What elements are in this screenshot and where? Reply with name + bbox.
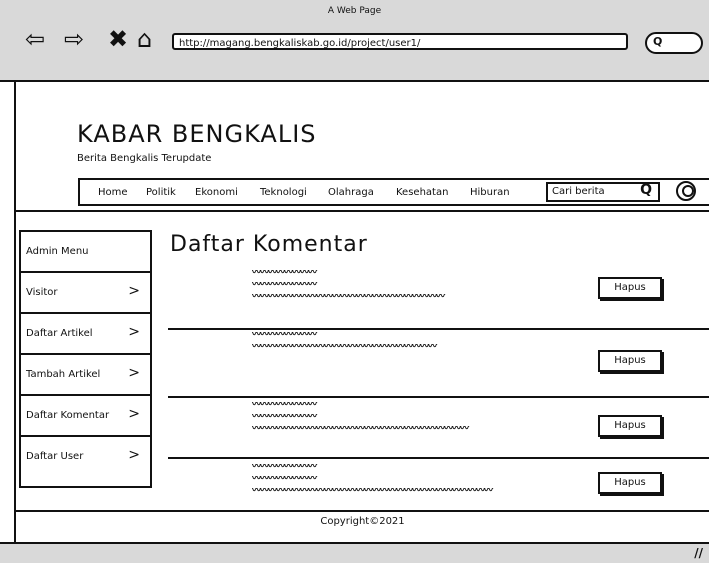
sidebar-label: Daftar User [26,451,84,462]
delete-comment-button[interactable]: Hapus [598,415,662,437]
row-divider [168,328,709,330]
chevron-right-icon: > [128,324,140,340]
window-title: A Web Page [327,6,382,16]
menu-item-teknologi[interactable]: Teknologi [260,187,307,198]
browser-search[interactable]: Q [645,32,703,54]
comment-row: 〰〰〰〰〰〰〰〰 〰〰〰〰〰〰〰〰 〰〰〰〰〰〰〰〰〰〰〰〰〰〰〰〰〰〰〰〰〰〰… [168,464,709,524]
scribble-line: 〰〰〰〰〰〰〰〰 [252,270,317,277]
url-bar[interactable]: http://magang.bengkaliskab.go.id/project… [172,33,628,50]
menu-item-politik[interactable]: Politik [146,187,176,198]
delete-comment-button[interactable]: Hapus [598,472,662,494]
user-avatar-icon[interactable] [676,181,696,201]
delete-comment-button[interactable]: Hapus [598,277,662,299]
sidebar-label: Visitor [26,287,58,298]
footer-copyright: Copyright©2021 [320,516,405,527]
chevron-right-icon: > [128,283,140,299]
comment-text-redacted: 〰〰〰〰〰〰〰〰 〰〰〰〰〰〰〰〰 〰〰〰〰〰〰〰〰〰〰〰〰〰〰〰〰〰〰〰〰〰〰… [252,464,572,500]
sidebar-label: Tambah Artikel [26,369,101,380]
sidebar-item-tambah-artikel[interactable]: Tambah Artikel > [21,355,150,396]
footer-divider [16,510,709,512]
sidebar-item-admin-menu: Admin Menu [21,232,150,273]
sidebar-label: Daftar Komentar [26,410,110,421]
menu-item-hiburan[interactable]: Hiburan [470,187,510,198]
main-menu: Home Politik Ekonomi Teknologi Olahraga … [78,178,709,206]
menu-item-kesehatan[interactable]: Kesehatan [396,187,448,198]
browser-chrome: A Web Page ⇦ ⇨ ✖ ⌂ http://magang.bengkal… [0,0,709,82]
scribble-line: 〰〰〰〰〰〰〰〰 [252,464,317,471]
header-divider [16,210,709,212]
scribble-line: 〰〰〰〰〰〰〰〰 [252,476,317,483]
home-icon[interactable]: ⌂ [137,27,152,51]
scribble-line: 〰〰〰〰〰〰〰〰〰〰〰〰〰〰〰〰〰〰〰〰〰〰〰〰 [252,294,445,301]
scribble-line: 〰〰〰〰〰〰〰〰〰〰〰〰〰〰〰〰〰〰〰〰〰〰〰〰〰〰〰〰〰〰 [252,488,493,495]
close-icon[interactable]: ✖ [108,27,128,51]
page-title: Daftar Komentar [170,232,368,257]
forward-arrow-icon[interactable]: ⇨ [64,27,84,51]
resize-handle-icon[interactable]: // [694,546,703,560]
site-tagline: Berita Bengkalis Terupdate [77,153,212,164]
menu-item-home[interactable]: Home [98,187,128,198]
magnifier-icon[interactable]: Q [640,182,652,198]
chevron-right-icon: > [128,406,140,422]
comment-row: 〰〰〰〰〰〰〰〰 〰〰〰〰〰〰〰〰〰〰〰〰〰〰〰〰〰〰〰〰〰〰〰 Hapus [168,332,709,398]
chevron-right-icon: > [128,447,140,463]
sidebar-item-daftar-artikel[interactable]: Daftar Artikel > [21,314,150,355]
sidebar-item-daftar-user[interactable]: Daftar User > [21,437,150,478]
scribble-line: 〰〰〰〰〰〰〰〰〰〰〰〰〰〰〰〰〰〰〰〰〰〰〰 [252,344,437,351]
back-arrow-icon[interactable]: ⇦ [25,27,45,51]
scribble-line: 〰〰〰〰〰〰〰〰 [252,332,317,339]
menu-item-ekonomi[interactable]: Ekonomi [195,187,238,198]
site-title: KABAR BENGKALIS [77,120,317,148]
scribble-line: 〰〰〰〰〰〰〰〰 [252,402,317,409]
news-search-input[interactable]: Cari berita Q [546,182,660,202]
scribble-line: 〰〰〰〰〰〰〰〰 [252,414,317,421]
comment-row: 〰〰〰〰〰〰〰〰 〰〰〰〰〰〰〰〰 〰〰〰〰〰〰〰〰〰〰〰〰〰〰〰〰〰〰〰〰〰〰… [168,402,709,462]
browser-status-bar: // [0,542,709,563]
sidebar-item-visitor[interactable]: Visitor > [21,273,150,314]
menu-item-olahraga[interactable]: Olahraga [328,187,374,198]
comment-text-redacted: 〰〰〰〰〰〰〰〰 〰〰〰〰〰〰〰〰〰〰〰〰〰〰〰〰〰〰〰〰〰〰〰 [252,332,572,356]
scribble-line: 〰〰〰〰〰〰〰〰 [252,282,317,289]
sidebar-label: Daftar Artikel [26,328,93,339]
scribble-line: 〰〰〰〰〰〰〰〰〰〰〰〰〰〰〰〰〰〰〰〰〰〰〰〰〰〰〰 [252,426,469,433]
search-placeholder: Cari berita [552,186,605,197]
row-divider [168,396,709,398]
comment-row: 〰〰〰〰〰〰〰〰 〰〰〰〰〰〰〰〰 〰〰〰〰〰〰〰〰〰〰〰〰〰〰〰〰〰〰〰〰〰〰… [168,270,709,330]
web-page: KABAR BENGKALIS Berita Bengkalis Terupda… [16,80,709,542]
chevron-right-icon: > [128,365,140,381]
admin-sidebar: Admin Menu Visitor > Daftar Artikel > Ta… [19,230,152,488]
search-icon: Q [653,35,663,48]
delete-comment-button[interactable]: Hapus [598,350,662,372]
comment-text-redacted: 〰〰〰〰〰〰〰〰 〰〰〰〰〰〰〰〰 〰〰〰〰〰〰〰〰〰〰〰〰〰〰〰〰〰〰〰〰〰〰… [252,270,572,306]
sidebar-item-daftar-komentar[interactable]: Daftar Komentar > [21,396,150,437]
sidebar-label: Admin Menu [26,246,89,257]
row-divider [168,457,709,459]
comment-text-redacted: 〰〰〰〰〰〰〰〰 〰〰〰〰〰〰〰〰 〰〰〰〰〰〰〰〰〰〰〰〰〰〰〰〰〰〰〰〰〰〰… [252,402,572,438]
